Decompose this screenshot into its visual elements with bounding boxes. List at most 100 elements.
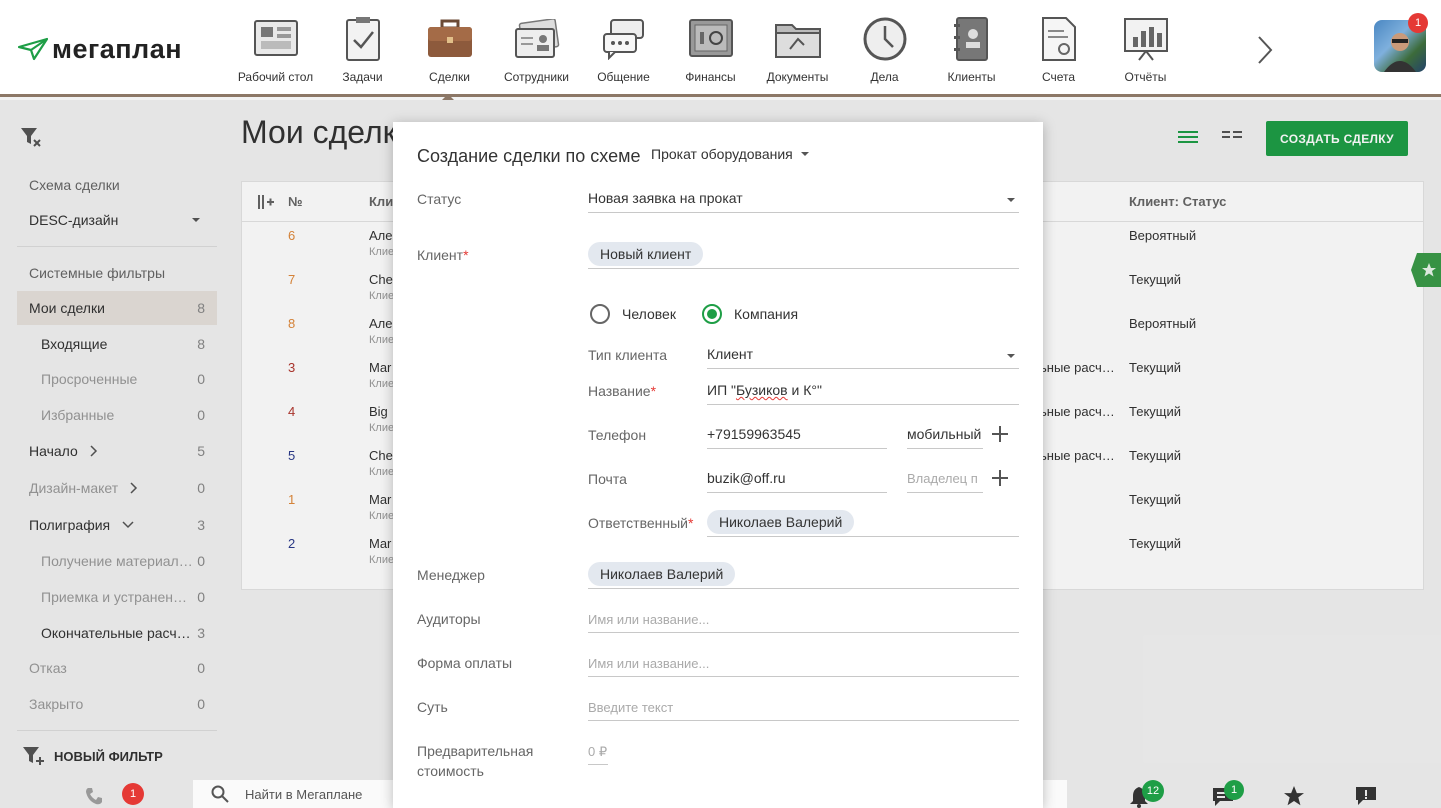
required-mark: *	[463, 247, 469, 263]
top-navigation-bar: мегаплан Рабочий стол Задачи Сделки Сотр…	[0, 0, 1441, 97]
messages-badge: 1	[1224, 780, 1244, 800]
add-email-icon[interactable]	[990, 468, 1010, 488]
field-underline	[707, 368, 1019, 369]
reports-icon	[1121, 14, 1171, 64]
responsible-chip[interactable]: Николаев Валерий	[707, 510, 855, 534]
required-mark: *	[650, 383, 657, 399]
module-label: Клиенты	[947, 70, 996, 84]
user-notification-badge: 1	[1408, 13, 1428, 33]
scheme-dropdown[interactable]: Прокат оборудования	[651, 146, 809, 162]
auditors-input[interactable]: Имя или название...	[588, 612, 709, 627]
contacts-book-icon	[947, 14, 997, 64]
deals-briefcase-icon	[425, 14, 475, 64]
radio-company-label[interactable]: Компания	[734, 306, 798, 322]
field-underline	[707, 492, 887, 493]
email-input[interactable]: buzik@off.ru	[707, 470, 786, 486]
field-underline	[588, 764, 608, 765]
phone-icon[interactable]	[84, 786, 104, 808]
search-icon	[211, 785, 229, 803]
megaplan-logo[interactable]: мегаплан	[18, 34, 182, 64]
module-clients[interactable]: Клиенты	[928, 0, 1015, 97]
chevron-down-icon	[1007, 198, 1015, 202]
phone-input[interactable]: +79159963545	[707, 426, 801, 442]
module-employees[interactable]: Сотрудники	[493, 0, 580, 97]
scheme-dropdown-value: Прокат оборудования	[651, 146, 793, 162]
radio-person[interactable]	[590, 304, 610, 324]
logo-text: мегаплан	[52, 33, 183, 64]
module-desktop[interactable]: Рабочий стол	[232, 0, 319, 97]
company-name-label: Название*	[588, 383, 656, 399]
invoice-icon	[1034, 14, 1084, 64]
required-mark: *	[687, 515, 694, 531]
responsible-label: Ответственный*	[588, 515, 693, 531]
calls-badge: 1	[122, 783, 144, 805]
manager-chip[interactable]: Николаев Валерий	[588, 562, 736, 586]
essence-input[interactable]: Введите текст	[588, 700, 673, 715]
essence-label: Суть	[417, 699, 448, 715]
field-underline	[707, 536, 1019, 537]
module-tasks[interactable]: Задачи	[319, 0, 406, 97]
module-label: Задачи	[342, 70, 383, 84]
field-underline	[707, 404, 1019, 405]
module-label: Рабочий стол	[237, 70, 314, 84]
phone-label: Телефон	[588, 427, 647, 443]
module-reports[interactable]: Отчёты	[1102, 0, 1189, 97]
module-invoices[interactable]: Счета	[1015, 0, 1102, 97]
search-placeholder: Найти в Мегаплане	[245, 786, 363, 802]
email-owner-input[interactable]: Владелец п	[907, 471, 983, 486]
notifications-badge: 12	[1142, 780, 1164, 802]
module-label: Сделки	[429, 70, 470, 84]
chevron-right-icon	[1258, 36, 1273, 64]
modules-nav: Рабочий стол Задачи Сделки Сотрудники Об…	[232, 0, 1189, 97]
price-input[interactable]: 0 ₽	[588, 744, 607, 760]
chevron-down-icon	[800, 152, 809, 156]
add-phone-icon[interactable]	[990, 424, 1010, 444]
status-label: Статус	[417, 191, 462, 207]
client-chip[interactable]: Новый клиент	[588, 242, 704, 266]
client-type-select[interactable]: Клиент	[707, 346, 1019, 368]
feedback-alert-icon[interactable]	[1355, 786, 1377, 808]
module-label: Сотрудники	[504, 70, 569, 84]
clock-icon	[860, 14, 910, 64]
payment-form-input[interactable]: Имя или название...	[588, 656, 709, 671]
auditors-label: Аудиторы	[417, 611, 481, 627]
star-icon[interactable]	[1283, 786, 1305, 808]
price-label-line2: стоимость	[417, 763, 484, 779]
dialog-title: Создание сделки по схеме	[417, 146, 641, 166]
module-label: Счета	[1041, 70, 1076, 84]
field-underline	[707, 448, 887, 449]
field-underline	[588, 268, 1019, 269]
field-underline	[588, 588, 1019, 589]
radio-person-label[interactable]: Человек	[622, 306, 676, 322]
logo-plane-icon	[18, 37, 48, 61]
tasks-icon	[338, 14, 388, 64]
chevron-down-icon	[1007, 354, 1015, 358]
module-documents[interactable]: Документы	[754, 0, 841, 97]
company-name-suffix: и К°"	[787, 382, 822, 398]
status-select[interactable]: Новая заявка на прокат	[588, 190, 1019, 212]
module-affairs[interactable]: Дела	[841, 0, 928, 97]
client-label: Клиент*	[417, 247, 469, 263]
client-type-value: Клиент	[707, 346, 754, 362]
phone-type-input[interactable]: мобильный	[907, 426, 983, 442]
module-finance[interactable]: Финансы	[667, 0, 754, 97]
field-underline	[907, 492, 983, 493]
module-deals[interactable]: Сделки	[406, 0, 493, 97]
field-underline	[588, 720, 1019, 721]
company-name-prefix: ИП "	[707, 382, 736, 398]
chat-icon	[599, 14, 649, 64]
field-underline	[588, 676, 1019, 677]
status-select-value: Новая заявка на прокат	[588, 190, 743, 206]
modules-next-button[interactable]	[1250, 30, 1280, 70]
employees-icon	[512, 14, 562, 64]
module-communication[interactable]: Общение	[580, 0, 667, 97]
module-label: Общение	[597, 70, 650, 84]
company-name-misspelled-word: Бузиков	[735, 382, 788, 398]
module-label: Документы	[766, 70, 829, 84]
payment-form-label: Форма оплаты	[417, 655, 513, 671]
manager-label: Менеджер	[417, 567, 485, 583]
module-label: Дела	[870, 70, 899, 84]
company-name-input[interactable]: ИП "Бузиков и К°"	[707, 382, 822, 398]
radio-company[interactable]	[702, 304, 722, 324]
module-label: Отчёты	[1124, 70, 1167, 84]
